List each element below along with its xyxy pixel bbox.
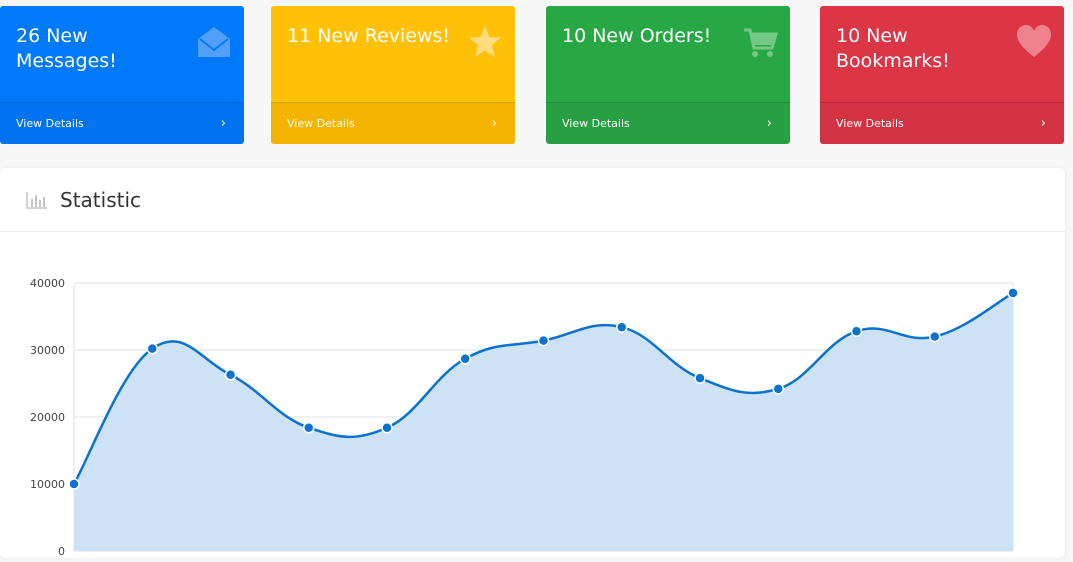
data-point[interactable]: [537, 334, 550, 347]
orders-card-title: 10 New Orders!: [562, 25, 712, 47]
series-area: [74, 293, 1013, 551]
bookmarks-card: 10 New Bookmarks! View Details ›: [820, 6, 1064, 144]
bookmarks-view-details-link[interactable]: View Details ›: [820, 102, 1064, 144]
data-point[interactable]: [303, 421, 315, 434]
chevron-right-icon: ›: [766, 116, 772, 131]
data-point[interactable]: [694, 372, 706, 384]
view-details-label: View Details: [287, 117, 355, 130]
panel-header: Statistic: [0, 168, 1065, 232]
data-point[interactable]: [616, 321, 628, 333]
view-details-label: View Details: [562, 117, 630, 130]
star-icon: [469, 26, 501, 57]
chevron-right-icon: ›: [491, 116, 497, 131]
view-details-label: View Details: [16, 117, 84, 130]
messages-card: 26 New Messages! View Details ›: [0, 6, 244, 144]
y-tick-label: 0: [58, 545, 65, 558]
cart-icon: [744, 28, 778, 57]
data-point[interactable]: [224, 369, 237, 381]
orders-card: 10 New Orders! View Details ›: [546, 6, 790, 144]
panel-title: Statistic: [60, 187, 142, 212]
data-point[interactable]: [381, 421, 393, 434]
chevron-right-icon: ›: [220, 116, 226, 131]
data-point[interactable]: [772, 383, 784, 395]
data-point[interactable]: [146, 342, 158, 355]
data-point[interactable]: [850, 325, 863, 337]
orders-view-details-link[interactable]: View Details ›: [546, 102, 790, 144]
reviews-card-title: 11 New Reviews!: [287, 25, 451, 47]
reviews-view-details-link[interactable]: View Details ›: [271, 102, 515, 144]
y-tick-label: 30000: [30, 344, 65, 357]
bar-chart-icon: [26, 191, 47, 209]
reviews-card: 11 New Reviews! View Details ›: [271, 6, 515, 144]
data-point[interactable]: [68, 478, 80, 490]
y-tick-label: 40000: [30, 277, 65, 290]
statistic-chart: 0 10000 20000 30000 40000: [30, 277, 1019, 558]
y-tick-label: 10000: [30, 478, 65, 491]
chevron-right-icon: ›: [1040, 116, 1046, 131]
envelope-open-icon: [198, 27, 230, 57]
messages-view-details-link[interactable]: View Details ›: [0, 102, 244, 144]
bookmarks-card-title: 10 New Bookmarks!: [836, 25, 950, 72]
data-point[interactable]: [459, 352, 471, 365]
data-point[interactable]: [929, 330, 941, 343]
heart-icon: [1017, 25, 1051, 57]
statistic-panel: Statistic 0 10000 20000 30000 40000: [0, 168, 1065, 558]
view-details-label: View Details: [836, 117, 904, 130]
data-point[interactable]: [1007, 287, 1019, 299]
messages-card-title: 26 New Messages!: [16, 25, 117, 72]
y-tick-label: 20000: [30, 411, 65, 424]
